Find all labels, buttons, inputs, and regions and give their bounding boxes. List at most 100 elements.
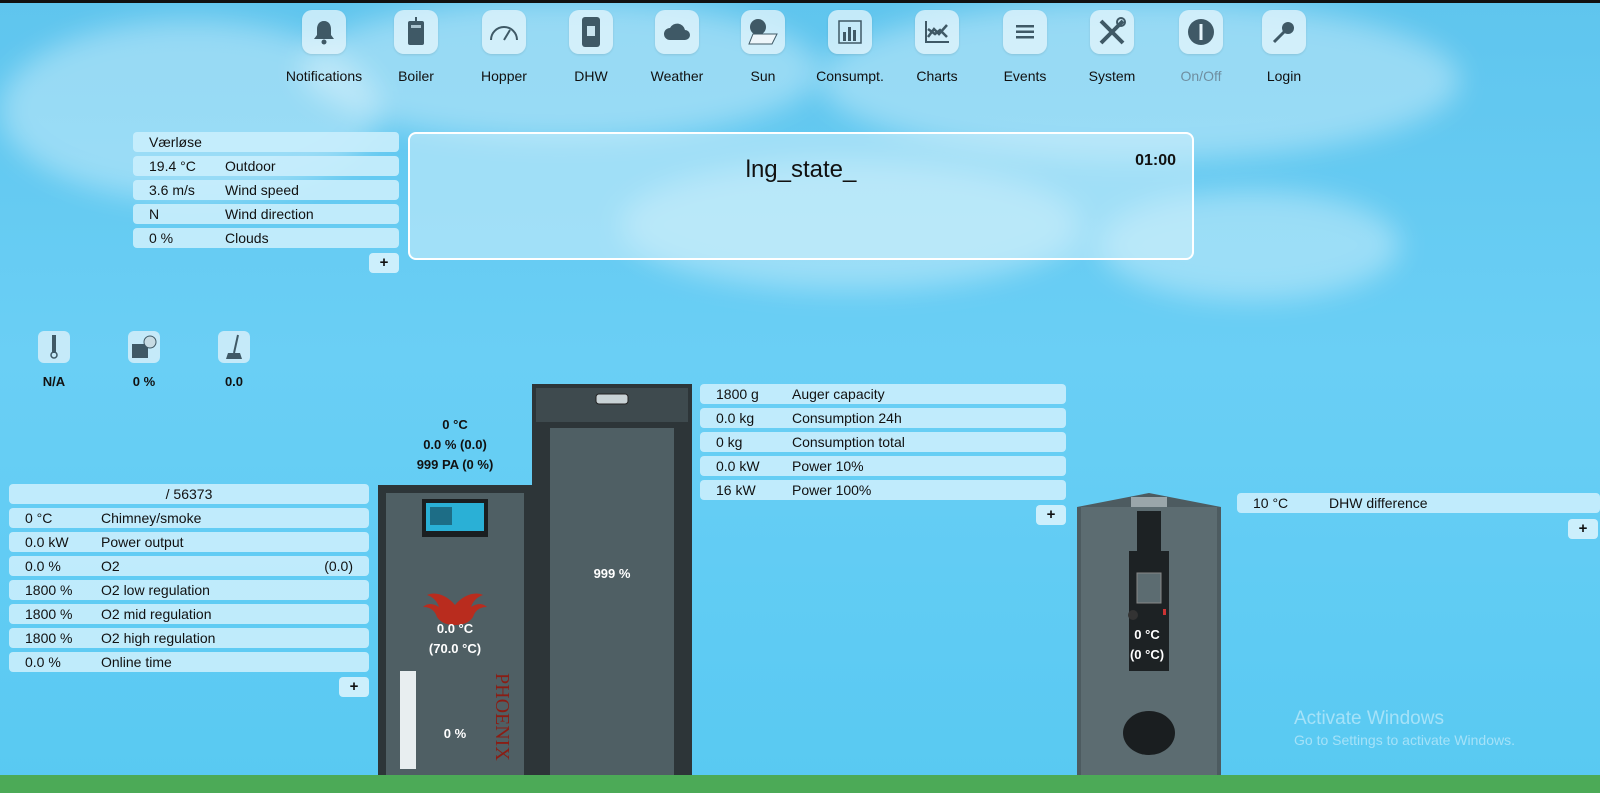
boiler-smoke-temp: 0 °C bbox=[442, 417, 468, 432]
weather-row: N Wind direction bbox=[133, 204, 399, 224]
row-extra: (0.0) bbox=[324, 558, 353, 574]
sensor-value: N/A bbox=[42, 374, 66, 389]
row-label: Consumption 24h bbox=[792, 410, 902, 426]
row-value: 0.0 % bbox=[25, 654, 61, 670]
hopper-row: 0.0 kg Consumption 24h bbox=[700, 408, 1066, 428]
nav-label: On/Off bbox=[1180, 68, 1222, 84]
nav-label: Charts bbox=[916, 68, 958, 84]
row-label: O2 mid regulation bbox=[101, 606, 212, 622]
boiler-icon bbox=[394, 10, 438, 54]
main-nav: Notifications Boiler Hopper DHW Weather … bbox=[0, 10, 1600, 90]
top-border bbox=[0, 0, 1600, 3]
hopper-fan-icon[interactable] bbox=[128, 331, 160, 363]
bar-chart-icon bbox=[828, 10, 872, 54]
row-value: 0 kg bbox=[716, 434, 743, 450]
row-label: Wind direction bbox=[225, 206, 314, 222]
row-label: Power 10% bbox=[792, 458, 864, 474]
nav-hopper[interactable]: Hopper bbox=[459, 10, 549, 84]
boiler-row: 0.0 % Online time bbox=[9, 652, 369, 672]
row-label: Outdoor bbox=[225, 158, 276, 174]
row-value: 1800 g bbox=[716, 386, 759, 402]
sensor-icon[interactable] bbox=[38, 331, 70, 363]
boiler-fan-output: 0.0 % (0.0) bbox=[423, 437, 487, 452]
boiler-row: 1800 % O2 low regulation bbox=[9, 580, 369, 600]
row-value: 1800 % bbox=[25, 582, 73, 598]
nav-label: Weather bbox=[650, 68, 704, 84]
nav-label: Events bbox=[1003, 68, 1047, 84]
boiler-temp: 0.0 °C bbox=[436, 621, 474, 636]
row-value: 0 °C bbox=[25, 510, 53, 526]
boiler-serial: / 56373 bbox=[165, 486, 213, 502]
nav-weather[interactable]: Weather bbox=[632, 10, 722, 84]
nav-label: Boiler bbox=[398, 68, 434, 84]
row-label: O2 bbox=[101, 558, 120, 574]
state-time: 01:00 bbox=[1135, 152, 1176, 169]
state-title: lng_state_ bbox=[745, 156, 857, 183]
boiler-row: 0 °C Chimney/smoke bbox=[9, 508, 369, 528]
nav-on-off[interactable]: On/Off bbox=[1156, 10, 1246, 84]
windows-activation-title: Activate Windows bbox=[1294, 708, 1444, 729]
nav-label: DHW bbox=[574, 68, 608, 84]
boiler-row: 1800 % O2 high regulation bbox=[9, 628, 369, 648]
row-label: Power output bbox=[101, 534, 184, 550]
boiler-header-row: / 56373 bbox=[9, 484, 369, 504]
row-label: Clouds bbox=[225, 230, 269, 246]
boiler-pressure: 999 PA (0 %) bbox=[416, 457, 494, 472]
row-value: 0 % bbox=[149, 230, 174, 246]
row-label: Auger capacity bbox=[792, 386, 885, 402]
list-icon bbox=[1003, 10, 1047, 54]
weather-row: 19.4 °C Outdoor bbox=[133, 156, 399, 176]
boiler-expand-button[interactable]: + bbox=[339, 677, 369, 697]
dhw-expand-button[interactable]: + bbox=[1568, 519, 1598, 539]
svg-text:PHOENIX: PHOENIX bbox=[491, 673, 513, 761]
ground-strip bbox=[0, 775, 1600, 793]
dhw-temp: 0 °C bbox=[1134, 627, 1160, 642]
power-icon bbox=[1179, 10, 1223, 54]
hopper-illustration[interactable] bbox=[532, 384, 692, 783]
hopper-row: 0 kg Consumption total bbox=[700, 432, 1066, 452]
tools-icon bbox=[1090, 10, 1134, 54]
gauge-icon bbox=[482, 10, 526, 54]
nav-sun[interactable]: Sun bbox=[718, 10, 808, 84]
row-value: 1800 % bbox=[25, 606, 73, 622]
state-panel: lng_state_ 01:00 bbox=[408, 132, 1194, 260]
weather-expand-button[interactable]: + bbox=[369, 253, 399, 273]
nav-notifications[interactable]: Notifications bbox=[279, 10, 369, 84]
row-label: Power 100% bbox=[792, 482, 872, 498]
water-tank-icon bbox=[569, 10, 613, 54]
row-value: 3.6 m/s bbox=[149, 182, 195, 198]
dhw-temp-setpoint: (0 °C) bbox=[1129, 647, 1165, 662]
nav-dhw[interactable]: DHW bbox=[546, 10, 636, 84]
row-value: 0.0 kW bbox=[716, 458, 760, 474]
row-label: O2 low regulation bbox=[101, 582, 210, 598]
windows-activation-subtitle: Go to Settings to activate Windows. bbox=[1294, 732, 1515, 748]
weather-row: 0 % Clouds bbox=[133, 228, 399, 248]
nav-label: System bbox=[1088, 68, 1136, 84]
nav-system[interactable]: System bbox=[1067, 10, 1157, 84]
solar-panel-icon bbox=[741, 10, 785, 54]
row-label: DHW difference bbox=[1329, 495, 1428, 511]
nav-label: Login bbox=[1266, 68, 1302, 84]
hopper-row: 1800 g Auger capacity bbox=[700, 384, 1066, 404]
cloud-icon bbox=[655, 10, 699, 54]
nav-login[interactable]: Login bbox=[1239, 10, 1329, 84]
boiler-temp-setpoint: (70.0 °C) bbox=[428, 641, 482, 656]
line-chart-icon bbox=[915, 10, 959, 54]
row-label: Consumption total bbox=[792, 434, 905, 450]
row-value: 1800 % bbox=[25, 630, 73, 646]
nav-label: Hopper bbox=[481, 68, 527, 84]
weather-location-row: Værløse bbox=[133, 132, 399, 152]
hopper-expand-button[interactable]: + bbox=[1036, 505, 1066, 525]
hopper-fan-value: 0 % bbox=[132, 374, 156, 389]
row-value: 0.0 % bbox=[25, 558, 61, 574]
boiler-row: 0.0 kW Power output bbox=[9, 532, 369, 552]
nav-charts[interactable]: Charts bbox=[892, 10, 982, 84]
nav-boiler[interactable]: Boiler bbox=[371, 10, 461, 84]
key-icon bbox=[1262, 10, 1306, 54]
nav-events[interactable]: Events bbox=[980, 10, 1070, 84]
weather-location: Værløse bbox=[149, 134, 202, 150]
nav-consumption[interactable]: Consumpt. bbox=[805, 10, 895, 84]
boiler-row: 1800 % O2 mid regulation bbox=[9, 604, 369, 624]
sweep-icon[interactable] bbox=[218, 331, 250, 363]
nav-label: Notifications bbox=[285, 68, 363, 84]
